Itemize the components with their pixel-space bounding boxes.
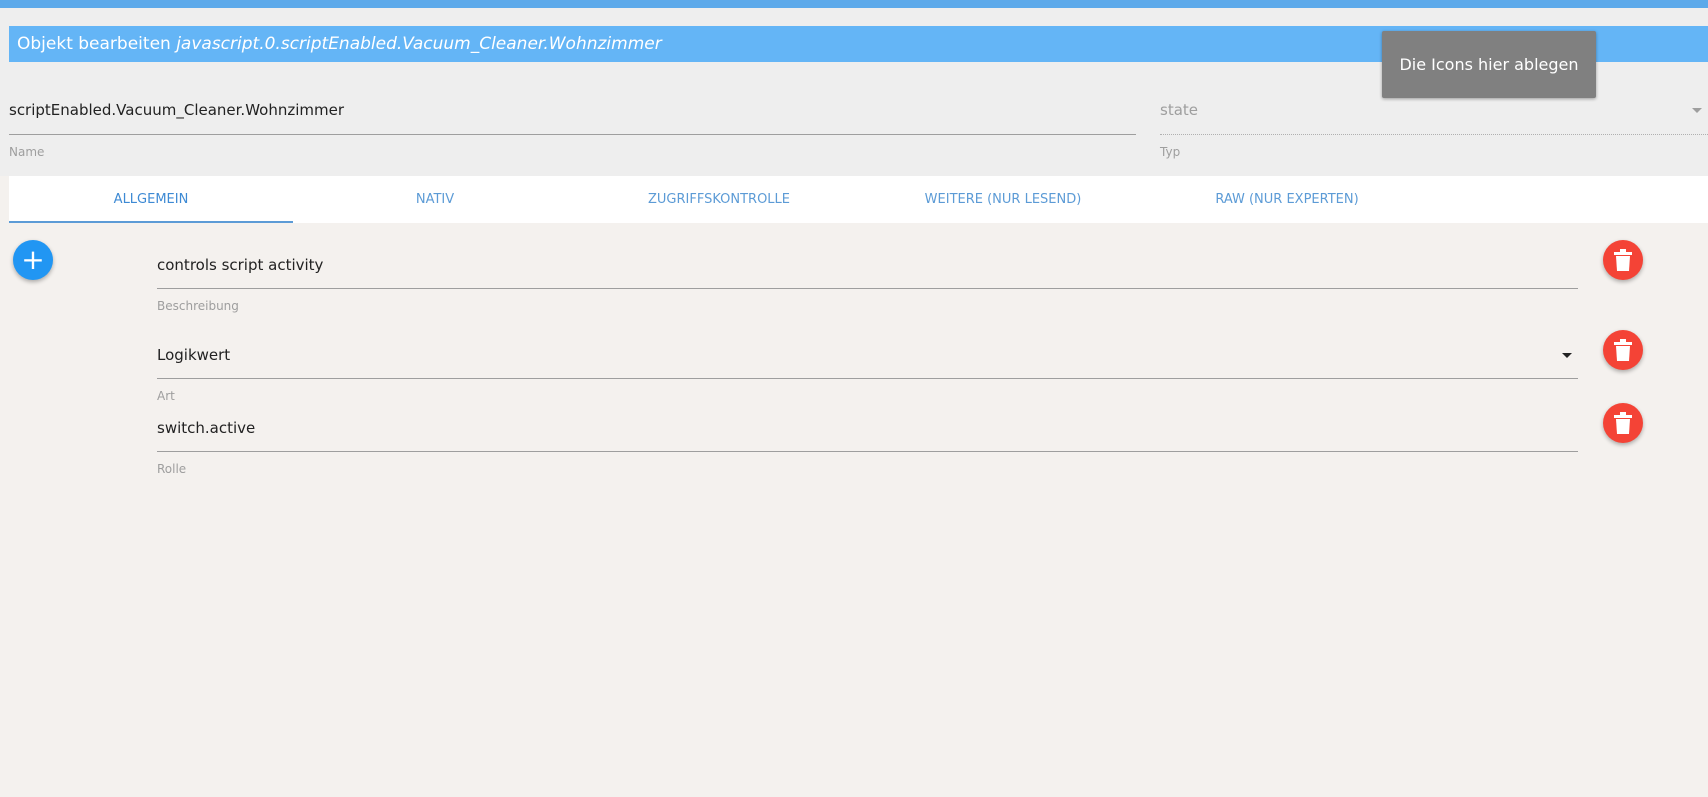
description-label: Beschreibung [157, 299, 239, 313]
delete-kind-button[interactable] [1603, 330, 1643, 370]
kind-label: Art [157, 389, 175, 403]
trash-icon [1614, 412, 1632, 434]
trash-icon [1614, 249, 1632, 271]
dialog-title-object-id: javascript.0.scriptEnabled.Vacuum_Cleane… [176, 34, 662, 54]
role-input[interactable]: switch.active [157, 419, 255, 437]
tab-bar: Allgemein Nativ Zugriffskontrolle Weiter… [9, 176, 1708, 223]
trash-icon [1614, 339, 1632, 361]
icon-drop-zone[interactable]: Die Icons hier ablegen [1382, 31, 1596, 98]
tab-weitere[interactable]: Weitere (nur lesend) [861, 176, 1145, 223]
role-label: Rolle [157, 462, 187, 476]
delete-role-button[interactable] [1603, 403, 1643, 443]
description-input[interactable]: controls script activity [157, 256, 323, 274]
role-underline [157, 451, 1578, 452]
dialog-title-prefix: Objekt bearbeiten [17, 34, 171, 54]
type-label: Typ [1160, 145, 1181, 159]
tab-allgemein[interactable]: Allgemein [9, 176, 293, 223]
name-input[interactable]: scriptEnabled.Vacuum_Cleaner.Wohnzimmer [9, 101, 344, 119]
type-select[interactable]: state [1160, 101, 1198, 119]
kind-underline [157, 378, 1578, 379]
add-property-button[interactable]: + [13, 240, 53, 280]
plus-icon: + [21, 243, 45, 276]
name-input-underline [9, 134, 1136, 135]
description-underline [157, 288, 1578, 289]
tab-zugriffskontrolle[interactable]: Zugriffskontrolle [577, 176, 861, 223]
delete-description-button[interactable] [1603, 240, 1643, 280]
kind-select[interactable]: Logikwert [157, 346, 230, 364]
type-select-underline [1160, 134, 1708, 135]
tab-nativ[interactable]: Nativ [293, 176, 577, 223]
caret-down-icon[interactable] [1562, 353, 1572, 358]
top-accent-strip [0, 0, 1708, 8]
tab-raw[interactable]: Raw (nur Experten) [1145, 176, 1429, 223]
caret-down-icon[interactable] [1692, 108, 1702, 113]
name-label: Name [9, 145, 45, 159]
active-tab-indicator [9, 221, 293, 223]
